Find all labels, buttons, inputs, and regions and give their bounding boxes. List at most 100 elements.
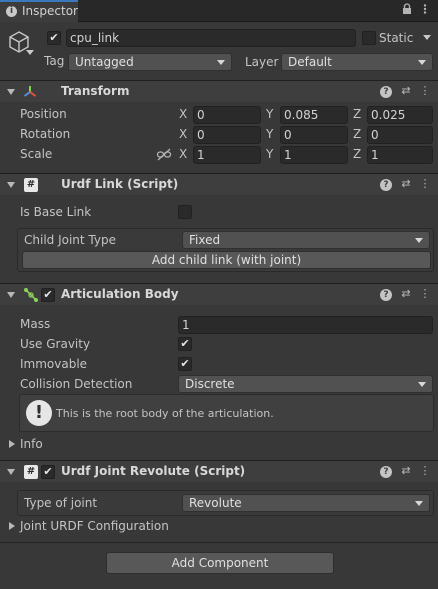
collision-detection-label: Collision Detection: [20, 377, 133, 391]
rotation-y-label: Y: [266, 127, 274, 141]
type-of-joint-value: Revolute: [189, 496, 242, 510]
kebab-menu-icon[interactable]: ⋮: [418, 84, 432, 98]
is-base-link-label: Is Base Link: [20, 205, 92, 219]
transform-title: Transform: [61, 84, 130, 98]
tab-inspector-label: Inspector: [22, 4, 78, 18]
joint-urdf-config-foldout-icon[interactable]: [9, 522, 15, 530]
layer-label: Layer: [245, 55, 279, 69]
foldout-arrow-icon[interactable]: [7, 292, 15, 298]
constrain-proportions-link-icon[interactable]: [156, 148, 172, 162]
tag-label: Tag: [44, 54, 65, 68]
rotation-x-field[interactable]: 0: [193, 126, 261, 144]
chevron-down-icon: [415, 501, 423, 506]
tag-value: Untagged: [75, 55, 134, 69]
root-body-help-box: ! This is the root body of the articulat…: [19, 394, 434, 432]
foldout-arrow-icon[interactable]: [7, 469, 15, 475]
urdf-link-title: Urdf Link (Script): [61, 177, 179, 191]
presets-icon[interactable]: ⇄: [399, 177, 413, 191]
joint-revolute-enabled-checkbox[interactable]: ✔: [41, 465, 55, 479]
scale-label: Scale: [20, 147, 53, 161]
inspector-tab-bar: i Inspector: [0, 0, 438, 22]
script-icon: #: [24, 465, 38, 479]
use-gravity-checkbox[interactable]: ✔: [178, 337, 192, 351]
static-dropdown-arrow[interactable]: [423, 35, 431, 40]
articulation-body-header[interactable]: ✔ Articulation Body ? ⇄ ⋮: [0, 283, 438, 305]
info-foldout-icon[interactable]: [9, 440, 15, 448]
chevron-down-icon: [415, 238, 423, 243]
kebab-menu-icon[interactable]: ⋮: [418, 287, 432, 301]
rotation-z-field[interactable]: 0: [367, 126, 433, 144]
root-body-help-text: This is the root body of the articulatio…: [56, 407, 274, 420]
scale-x-label: X: [179, 147, 188, 161]
urdf-joint-revolute-header[interactable]: # ✔ Urdf Joint Revolute (Script) ? ⇄ ⋮: [0, 460, 438, 482]
kebab-menu-icon[interactable]: ⋮: [418, 464, 432, 478]
use-gravity-label: Use Gravity: [20, 337, 91, 351]
position-label: Position: [20, 107, 67, 121]
transform-header[interactable]: Transform ? ⇄ ⋮: [0, 80, 438, 102]
rotation-label: Rotation: [20, 127, 71, 141]
child-joint-type-dropdown[interactable]: Fixed: [182, 231, 430, 249]
transform-axes-icon: [22, 84, 38, 100]
tab-inspector[interactable]: i Inspector: [0, 0, 78, 22]
urdf-link-header[interactable]: # Urdf Link (Script) ? ⇄ ⋮: [0, 173, 438, 195]
info-warning-icon: !: [26, 400, 52, 426]
foldout-arrow-icon[interactable]: [7, 182, 15, 188]
position-x-field[interactable]: 0: [193, 106, 261, 124]
child-joint-type-label: Child Joint Type: [24, 233, 116, 247]
articulation-enabled-checkbox[interactable]: ✔: [41, 288, 55, 302]
gameobject-active-checkbox[interactable]: ✔: [47, 31, 61, 45]
add-component-button[interactable]: Add Component: [106, 552, 334, 574]
help-icon[interactable]: ?: [380, 466, 392, 478]
component-separator: [0, 542, 438, 543]
immovable-checkbox[interactable]: ✔: [178, 357, 192, 371]
lock-icon[interactable]: [400, 3, 414, 17]
layer-value: Default: [288, 55, 332, 69]
scale-x-field[interactable]: 1: [193, 146, 261, 164]
info-foldout-label[interactable]: Info: [20, 437, 43, 451]
foldout-arrow-icon[interactable]: [7, 89, 15, 95]
icon-dropdown-arrow[interactable]: [26, 50, 34, 55]
position-x-label: X: [179, 107, 188, 121]
is-base-link-checkbox[interactable]: [178, 205, 192, 219]
mass-field[interactable]: 1: [178, 316, 433, 334]
add-child-link-button[interactable]: Add child link (with joint): [22, 251, 431, 269]
help-icon[interactable]: ?: [380, 86, 392, 98]
position-y-label: Y: [266, 107, 274, 121]
scale-z-field[interactable]: 1: [367, 146, 433, 164]
static-label: Static: [379, 31, 414, 45]
layer-dropdown[interactable]: Default: [281, 53, 433, 71]
tag-dropdown[interactable]: Untagged: [68, 53, 232, 71]
info-icon: i: [6, 6, 17, 17]
chevron-down-icon: [418, 60, 426, 65]
position-z-field[interactable]: 0.025: [367, 106, 433, 124]
collision-detection-value: Discrete: [185, 377, 235, 391]
presets-icon[interactable]: ⇄: [399, 84, 413, 98]
child-joint-type-value: Fixed: [189, 233, 221, 247]
scale-y-field[interactable]: 1: [280, 146, 348, 164]
kebab-menu-icon[interactable]: [418, 3, 432, 17]
rotation-x-label: X: [179, 127, 188, 141]
presets-icon[interactable]: ⇄: [399, 287, 413, 301]
articulation-body-icon: [23, 287, 39, 303]
position-y-field[interactable]: 0.085: [280, 106, 348, 124]
scale-y-label: Y: [266, 147, 274, 161]
type-of-joint-label: Type of joint: [24, 496, 98, 510]
rotation-y-field[interactable]: 0: [280, 126, 348, 144]
presets-icon[interactable]: ⇄: [399, 464, 413, 478]
collision-detection-dropdown[interactable]: Discrete: [178, 375, 433, 393]
mass-label: Mass: [20, 317, 51, 331]
rotation-z-label: Z: [353, 127, 362, 141]
chevron-down-icon: [418, 382, 426, 387]
kebab-menu-icon[interactable]: ⋮: [418, 177, 432, 191]
type-of-joint-dropdown[interactable]: Revolute: [182, 494, 430, 512]
articulation-body-title: Articulation Body: [61, 287, 179, 301]
help-icon[interactable]: ?: [380, 289, 392, 301]
chevron-down-icon: [217, 60, 225, 65]
joint-urdf-config-label[interactable]: Joint URDF Configuration: [20, 519, 169, 533]
gameobject-name-field[interactable]: cpu_link: [66, 29, 356, 47]
help-icon[interactable]: ?: [380, 179, 392, 191]
urdf-joint-revolute-title: Urdf Joint Revolute (Script): [61, 464, 246, 478]
immovable-label: Immovable: [20, 357, 88, 371]
position-z-label: Z: [353, 107, 362, 121]
static-checkbox[interactable]: [362, 31, 376, 45]
